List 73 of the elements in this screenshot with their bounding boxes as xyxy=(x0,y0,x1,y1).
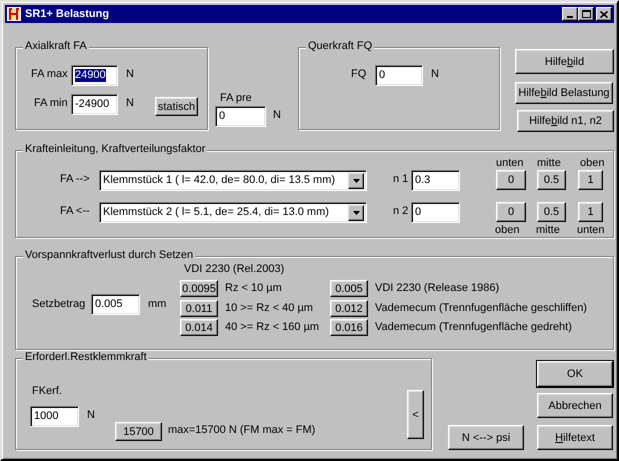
window-title: SR1+ Belastung xyxy=(25,8,110,20)
option-text: Rz < 10 µm xyxy=(225,282,282,295)
field-label: n 1 xyxy=(393,173,408,186)
group-title: Vorspannkraftverlust durch Setzen xyxy=(23,249,196,262)
button[interactable]: 1 xyxy=(578,202,603,222)
button[interactable]: Hilfebild Belastung xyxy=(515,82,613,104)
input-field[interactable]: 0 xyxy=(375,65,423,86)
input-field[interactable]: 1000 xyxy=(30,406,79,427)
field-label: FA pre xyxy=(220,92,252,105)
column-label: oben xyxy=(495,224,520,237)
field-label: Setzbetrag xyxy=(32,298,86,311)
button[interactable]: 0.011 xyxy=(180,300,218,317)
option-text: 40 >= Rz < 160 µm xyxy=(225,321,320,334)
minimize-button[interactable] xyxy=(562,7,578,21)
unit-label: mm xyxy=(148,298,166,311)
button[interactable]: Hilfetext xyxy=(537,425,613,450)
unit-label: N xyxy=(87,409,95,422)
note-text: max=15700 N (FM max = FM) xyxy=(168,424,316,437)
field-label: FKerf. xyxy=(32,385,62,398)
input-field[interactable]: 0.005 xyxy=(91,294,140,315)
subtitle: VDI 2230 (Rel.2003) xyxy=(184,263,284,276)
unit-label: N xyxy=(431,68,439,81)
dropdown[interactable]: Klemmstück 1 ( l= 42.0, de= 80.0, di= 13.5 mm) xyxy=(99,170,367,191)
close-icon xyxy=(600,10,608,18)
option-text: Vademecum (Trennfugenfläche geschliffen) xyxy=(375,302,587,315)
input-field[interactable]: 0.3 xyxy=(411,170,460,191)
input-field[interactable]: 0 xyxy=(215,106,266,127)
button[interactable]: 0.0095 xyxy=(180,280,218,297)
field-label: FQ xyxy=(351,68,366,81)
button[interactable]: 0.005 xyxy=(330,280,368,297)
column-label: mitte xyxy=(536,224,560,237)
group-title: Krafteinleitung, Kraftverteilungsfaktor xyxy=(23,143,208,156)
option-text: VDI 2230 (Release 1986) xyxy=(375,282,500,295)
dropdown[interactable]: Klemmstück 2 ( l= 5.1, de= 25.4, di= 13.0 mm) xyxy=(99,202,367,223)
option-text: 10 >= Rz < 40 µm xyxy=(225,302,313,315)
column-label: unten xyxy=(577,224,605,237)
column-label: mitte xyxy=(537,157,561,170)
button[interactable]: Abbrechen xyxy=(537,393,613,418)
button[interactable]: 0.5 xyxy=(537,202,566,222)
input-field[interactable]: 24900 xyxy=(71,65,118,86)
button[interactable]: 0 xyxy=(496,202,526,222)
column-label: oben xyxy=(580,157,604,170)
button[interactable]: 0.012 xyxy=(330,300,368,317)
maximize-icon xyxy=(582,10,590,18)
field-label: FA max xyxy=(31,68,68,81)
button[interactable]: 0 xyxy=(496,170,526,190)
button[interactable]: < xyxy=(407,390,424,439)
button[interactable]: statisch xyxy=(155,97,198,116)
unit-label: N xyxy=(126,97,134,110)
button[interactable]: 0.5 xyxy=(537,170,566,190)
field-label: n 2 xyxy=(393,205,408,218)
button[interactable]: 0.016 xyxy=(330,319,368,336)
button[interactable]: N <--> psi xyxy=(448,425,524,450)
app-icon xyxy=(7,7,21,21)
input-field[interactable]: -24900 xyxy=(71,94,118,115)
maximize-button[interactable] xyxy=(578,7,594,21)
row-label: FA <-- xyxy=(60,205,90,218)
button[interactable]: Hilfebild xyxy=(515,49,614,74)
button[interactable]: OK xyxy=(537,361,613,387)
group-title: Querkraft FQ xyxy=(306,40,374,53)
input-field[interactable]: 0 xyxy=(411,202,460,223)
field-label: FA min xyxy=(34,97,68,110)
button[interactable]: Hilfebild n1, n2 xyxy=(517,110,614,132)
option-text: Vademecum (Trennfugenfläche gedreht) xyxy=(375,321,572,334)
unit-label: N xyxy=(273,109,281,122)
column-label: unten xyxy=(496,157,524,170)
button[interactable]: 0.014 xyxy=(180,319,218,336)
unit-label: N xyxy=(126,68,134,81)
row-label: FA --> xyxy=(60,173,90,186)
button[interactable]: 15700 xyxy=(115,422,162,441)
minimize-icon xyxy=(567,16,573,18)
button[interactable]: 1 xyxy=(578,170,603,190)
close-button[interactable] xyxy=(596,7,612,21)
